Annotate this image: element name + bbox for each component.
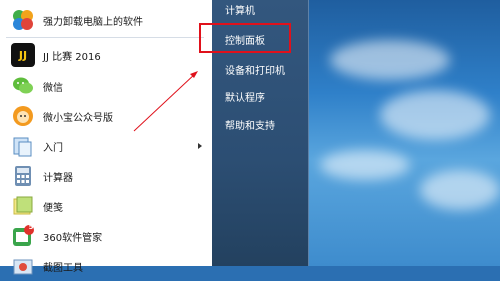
annotation-arrow (133, 71, 198, 132)
